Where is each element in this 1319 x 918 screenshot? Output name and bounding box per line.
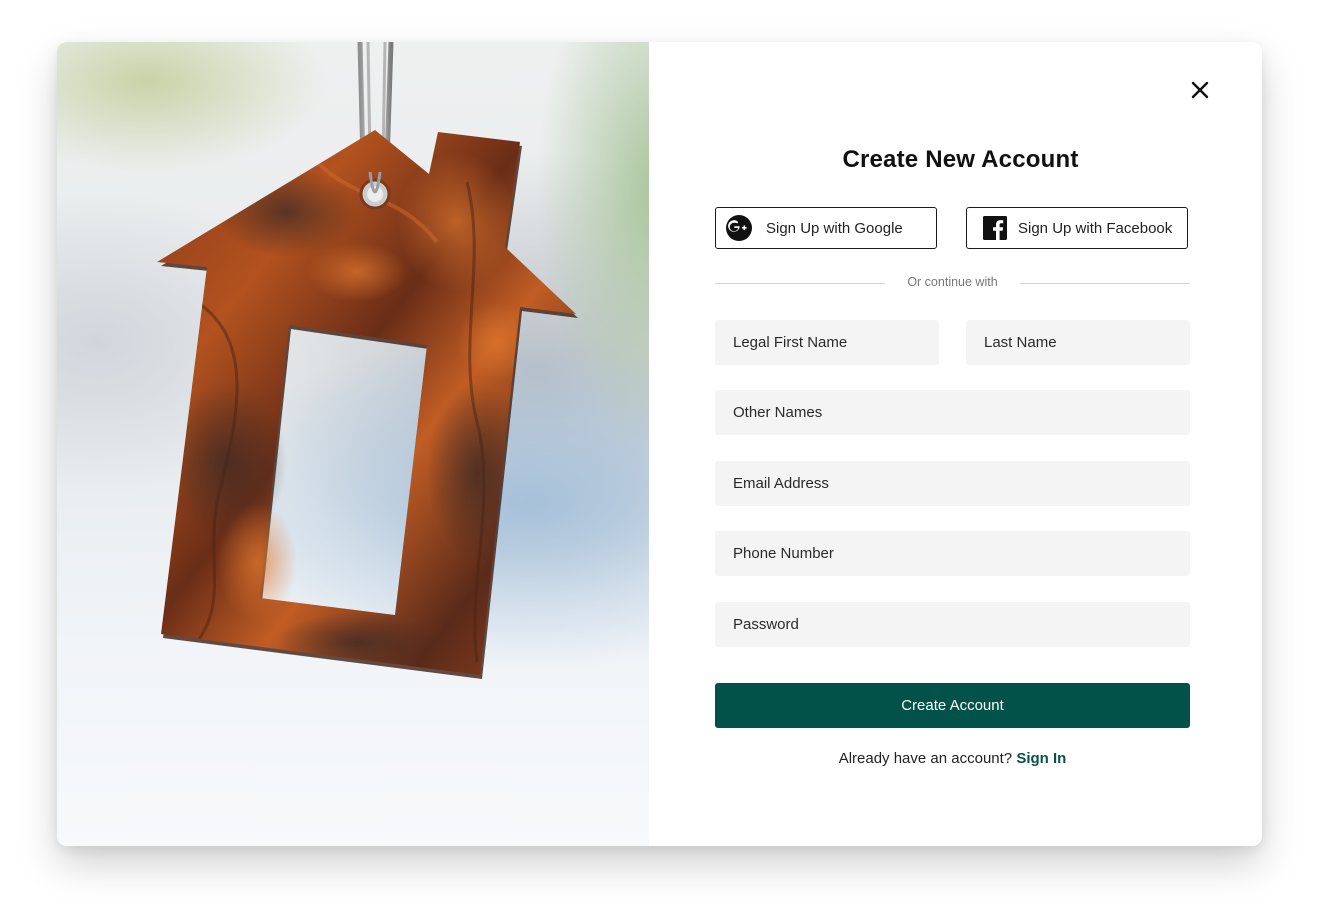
divider-text: Or continue with [907,275,998,289]
phone-field[interactable]: Phone Number [715,531,1190,576]
divider-line-right [1020,283,1190,284]
signup-modal: Create New Account Sign Up with Google S… [57,42,1262,846]
hero-image [57,42,649,846]
last-name-field[interactable]: Last Name [966,320,1190,365]
password-field[interactable]: Password [715,602,1190,647]
signin-row: Already have an account? Sign In [715,750,1190,767]
create-account-button[interactable]: Create Account [715,683,1190,728]
signup-form: Create New Account Sign Up with Google S… [649,42,1262,846]
facebook-signup-label: Sign Up with Facebook [1018,219,1173,237]
divider: Or continue with [715,273,1190,293]
google-signup-label: Sign Up with Google [766,219,903,237]
page-title: Create New Account [842,146,1079,173]
other-names-field[interactable]: Other Names [715,390,1190,435]
google-plus-icon [726,215,752,241]
facebook-icon [983,216,1007,240]
divider-line-left [715,283,885,284]
google-signup-button[interactable]: Sign Up with Google [715,207,937,249]
facebook-signup-button[interactable]: Sign Up with Facebook [966,207,1188,249]
first-name-field[interactable]: Legal First Name [715,320,939,365]
close-icon[interactable] [1188,78,1212,102]
email-field[interactable]: Email Address [715,461,1190,506]
signin-prompt: Already have an account? [838,750,1013,767]
signin-link[interactable]: Sign In [1016,750,1066,767]
house-keychain-illustration [157,42,578,679]
